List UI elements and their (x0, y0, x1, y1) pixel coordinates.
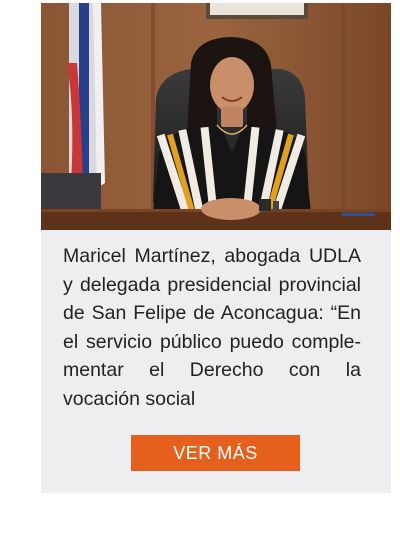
news-card: Maricel Martínez, abogada UDLA y delegad… (41, 3, 391, 493)
ver-mas-button[interactable]: VER MÁS (131, 435, 300, 471)
article-photo[interactable] (41, 3, 391, 230)
article-caption[interactable]: Maricel Martínez, abogada UDLA y delegad… (63, 242, 361, 413)
article-photo-illustration (41, 3, 391, 230)
